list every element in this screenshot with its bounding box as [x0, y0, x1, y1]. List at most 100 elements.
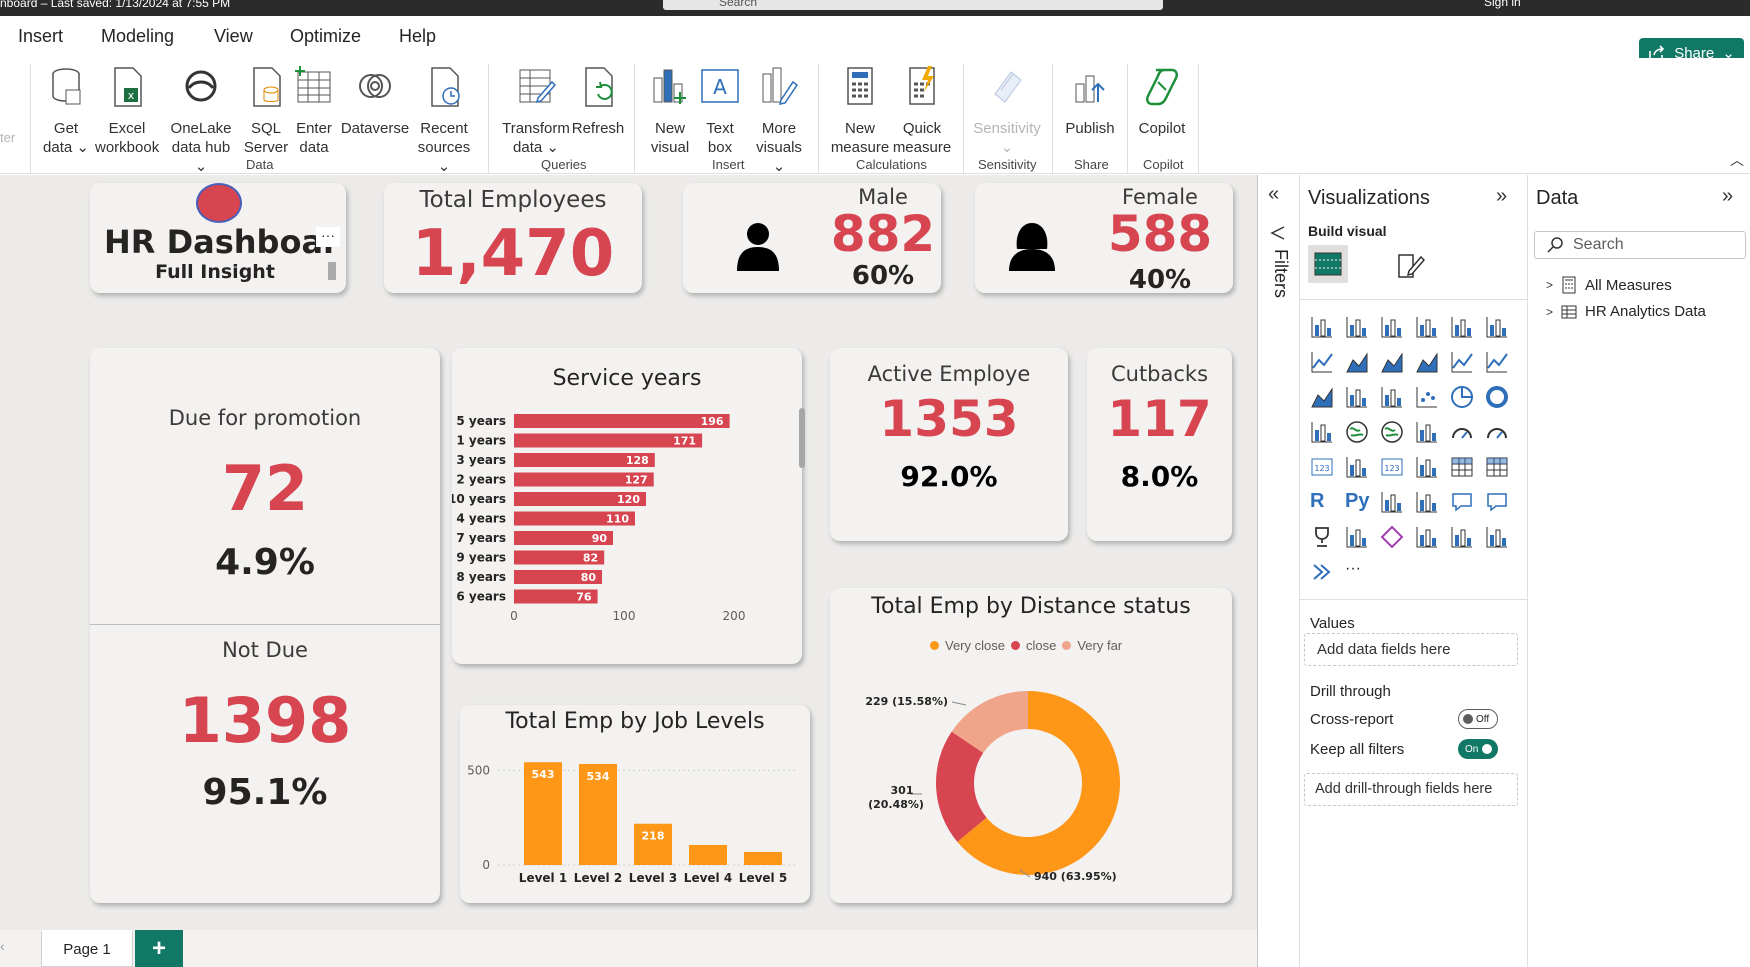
female-card[interactable]: Female 588 40% [975, 183, 1233, 295]
ribbon-icon[interactable] [1415, 350, 1441, 375]
publish-button[interactable]: Publish [1060, 64, 1120, 138]
job-levels-chart[interactable]: Total Emp by Job Levels 0 500 543 Level 1 53… [460, 705, 810, 903]
more-options-icon[interactable]: ··· [316, 227, 340, 247]
line-column-icon[interactable] [1450, 350, 1476, 375]
power-automate-icon[interactable] [1415, 525, 1441, 550]
sensitivity-button[interactable]: Sensitivity ⌄ [970, 64, 1044, 157]
onelake-button[interactable]: OneLake data hub ⌄ [166, 64, 236, 176]
title-search-box[interactable]: Search [663, 0, 1163, 10]
tree-item-all-measures[interactable]: > All Measures [1546, 276, 1672, 294]
custom-icon[interactable] [1485, 525, 1511, 550]
card-icon[interactable]: 123 [1310, 455, 1336, 480]
stacked-area-icon[interactable] [1380, 350, 1406, 375]
decomposition-tree-icon[interactable] [1415, 490, 1441, 515]
map-icon[interactable] [1345, 420, 1371, 445]
scrollbar-thumb[interactable] [328, 262, 336, 280]
keep-all-filters-toggle[interactable]: On [1458, 739, 1498, 759]
drill-through-well[interactable]: Add drill-through fields here [1304, 773, 1518, 806]
collapse-data-icon[interactable]: » [1722, 185, 1733, 208]
tab-insert[interactable]: Insert [18, 26, 63, 47]
line-icon[interactable] [1310, 350, 1336, 375]
metrics-icon[interactable] [1310, 525, 1336, 550]
paginated-icon[interactable] [1345, 525, 1371, 550]
active-employee-card[interactable]: Active Employe 1353 92.0% [830, 348, 1068, 541]
chevron-right-icon[interactable]: > [1546, 278, 1553, 292]
recent-sources-button[interactable]: Recent sources ⌄ [410, 64, 478, 176]
multi-row-card-icon[interactable] [1345, 455, 1371, 480]
transform-data-button[interactable]: Transform data ⌄ [500, 64, 572, 157]
male-card[interactable]: Male 882 60% [683, 183, 941, 293]
total-employees-card[interactable]: Total Employees 1,470 [384, 183, 642, 293]
clustered-bar-icon[interactable] [1380, 315, 1406, 340]
title-card[interactable]: HR Dashboar Full Insight ··· [90, 183, 346, 293]
sql-server-button[interactable]: SQL Server [242, 64, 290, 157]
chevron-right-icon[interactable]: > [1546, 305, 1553, 319]
power-apps-icon[interactable] [1380, 525, 1406, 550]
get-more-icon[interactable]: ··· [1345, 560, 1371, 585]
stacked-column-icon[interactable] [1345, 315, 1371, 340]
gauge-icon[interactable] [1485, 420, 1511, 445]
copilot-button[interactable]: Copilot [1132, 64, 1192, 138]
chevron-left-icon[interactable]: ‹ [0, 938, 5, 954]
matrix-icon[interactable] [1485, 455, 1511, 480]
page-tab-1[interactable]: Page 1 [41, 930, 133, 967]
waterfall-icon[interactable] [1345, 385, 1371, 410]
enter-data-button[interactable]: Enter data [294, 64, 334, 157]
refresh-button[interactable]: Refresh [571, 64, 625, 138]
new-visual-button[interactable]: New visual [648, 64, 692, 157]
more-visuals-icon[interactable] [1310, 560, 1336, 585]
data-search-input[interactable]: Search [1534, 231, 1746, 259]
kpi-icon[interactable]: 123 [1380, 455, 1406, 480]
donut-icon[interactable] [1485, 385, 1511, 410]
filters-pane-collapsed[interactable]: « Filters [1257, 175, 1299, 967]
format-visual-tab[interactable] [1390, 245, 1430, 283]
cutbacks-card[interactable]: Cutbacks 117 8.0% [1087, 348, 1232, 541]
ribbon-chart-icon[interactable] [1310, 385, 1336, 410]
excel-workbook-button[interactable]: x Excel workbook [95, 64, 159, 157]
tab-modeling[interactable]: Modeling [101, 26, 174, 47]
shape-map-icon[interactable] [1415, 420, 1441, 445]
get-data-button[interactable]: Get data ⌄ [40, 64, 92, 157]
scatter-icon[interactable] [1415, 385, 1441, 410]
100-bar-icon[interactable] [1450, 315, 1476, 340]
key-influencers-icon[interactable] [1380, 490, 1406, 515]
tab-optimize[interactable]: Optimize [290, 26, 361, 47]
text-box-button[interactable]: A Text box [699, 64, 741, 157]
quick-measure-button[interactable]: Quick measure [891, 64, 953, 157]
dataverse-button[interactable]: Dataverse [340, 64, 410, 138]
values-well[interactable]: Add data fields here [1304, 633, 1518, 666]
tab-view[interactable]: View [214, 26, 253, 47]
r-visual-icon[interactable]: R [1310, 490, 1336, 515]
azure-map-icon[interactable] [1450, 420, 1476, 445]
expand-filters-icon[interactable]: « [1268, 183, 1279, 206]
table-icon[interactable] [1450, 455, 1476, 480]
pie-icon[interactable] [1450, 385, 1476, 410]
tab-help[interactable]: Help [399, 26, 436, 47]
arcgis-icon[interactable] [1450, 525, 1476, 550]
cross-report-toggle[interactable]: Off [1458, 709, 1498, 729]
treemap-icon[interactable] [1310, 420, 1336, 445]
filled-map-icon[interactable] [1380, 420, 1406, 445]
new-measure-button[interactable]: New measure [829, 64, 891, 157]
smart-narrative-icon[interactable] [1485, 490, 1511, 515]
sign-in-link[interactable]: Sign in [1484, 0, 1521, 9]
100-column-icon[interactable] [1485, 315, 1511, 340]
distance-donut-chart[interactable]: Total Emp by Distance status Very close … [830, 588, 1232, 903]
add-page-button[interactable]: + [135, 930, 183, 967]
promotion-card[interactable]: Due for promotion 72 4.9% Not Due 1398 9… [90, 348, 440, 903]
funnel-icon[interactable] [1380, 385, 1406, 410]
service-years-chart[interactable]: Service years 5 years 196 1 years 171 3 year… [452, 348, 805, 664]
stacked-bar-icon[interactable] [1310, 315, 1336, 340]
line-clustered-icon[interactable] [1485, 350, 1511, 375]
collapse-visualizations-icon[interactable]: » [1496, 185, 1507, 208]
more-visuals-button[interactable]: More visuals ⌄ [751, 64, 807, 176]
slicer-icon[interactable] [1415, 455, 1441, 480]
qa-icon[interactable] [1450, 490, 1476, 515]
build-visual-tab[interactable] [1308, 245, 1348, 283]
chart-scrollbar[interactable] [799, 408, 805, 468]
clustered-column-icon[interactable] [1415, 315, 1441, 340]
tree-item-hr-analytics-data[interactable]: > HR Analytics Data [1546, 303, 1706, 320]
collapse-ribbon-icon[interactable]: ︿ [1730, 150, 1744, 170]
python-visual-icon[interactable]: Py [1345, 490, 1371, 515]
area-icon[interactable] [1345, 350, 1371, 375]
